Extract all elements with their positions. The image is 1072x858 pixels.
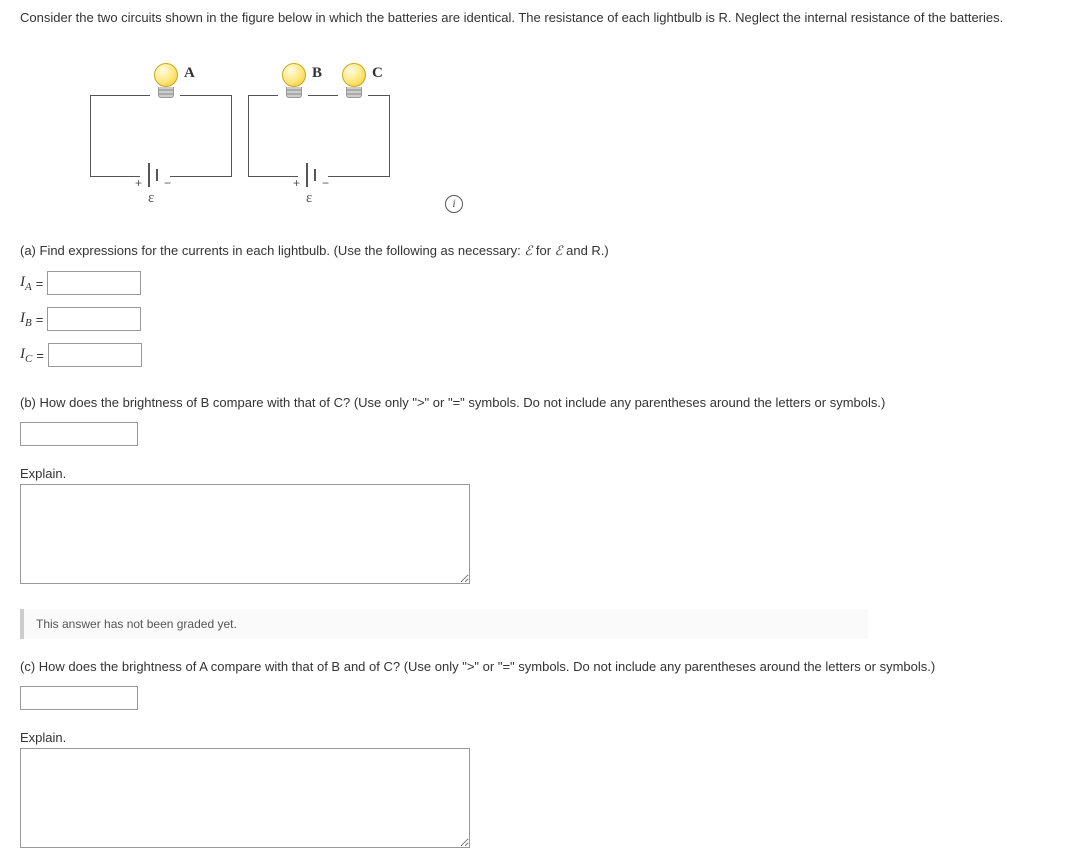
bulb-a-label: A [184,65,195,82]
problem-intro: Consider the two circuits shown in the f… [20,10,1052,25]
bulb-b-label: B [312,65,322,82]
ia-label: IA [20,274,32,293]
part-c-input[interactable] [20,686,138,710]
battery-plus: + [293,176,300,190]
part-b-text: (b) How does the brightness of B compare… [20,395,1052,410]
ic-input[interactable] [48,343,142,367]
lightbulb-b-icon [282,63,306,93]
emf-symbol: ℰ [555,243,563,258]
battery-emf: ε [306,190,312,207]
battery-emf: ε [148,190,154,207]
lightbulb-c-icon [342,63,366,93]
part-a-post: and R.) [563,243,609,258]
circuit-figure: A + − ε B C + − ε i [20,35,620,225]
ib-label: IB [20,310,32,329]
circuit-2 [248,95,390,177]
lightbulb-a-icon [154,63,178,93]
ib-input[interactable] [47,307,141,331]
part-a-mid: for [532,243,554,258]
equals: = [36,276,44,291]
part-c-explain-label: Explain. [20,730,1052,745]
ic-label: IC [20,346,32,365]
grade-message: This answer has not been graded yet. [20,609,868,639]
part-b-explain-input[interactable] [20,484,470,584]
part-b-input[interactable] [20,422,138,446]
part-b-explain-label: Explain. [20,466,1052,481]
part-c-text: (c) How does the brightness of A compare… [20,659,1052,674]
ia-input[interactable] [47,271,141,295]
battery-plus: + [135,176,142,190]
battery-minus: − [164,176,171,190]
part-a-pre: (a) Find expressions for the currents in… [20,243,524,258]
circuit-1 [90,95,232,177]
info-icon[interactable]: i [445,195,463,213]
equals: = [36,312,44,327]
equals: = [36,348,44,363]
part-c-explain-input[interactable] [20,748,470,848]
battery-minus: − [322,176,329,190]
part-a-text: (a) Find expressions for the currents in… [20,243,1052,259]
bulb-c-label: C [372,65,383,82]
